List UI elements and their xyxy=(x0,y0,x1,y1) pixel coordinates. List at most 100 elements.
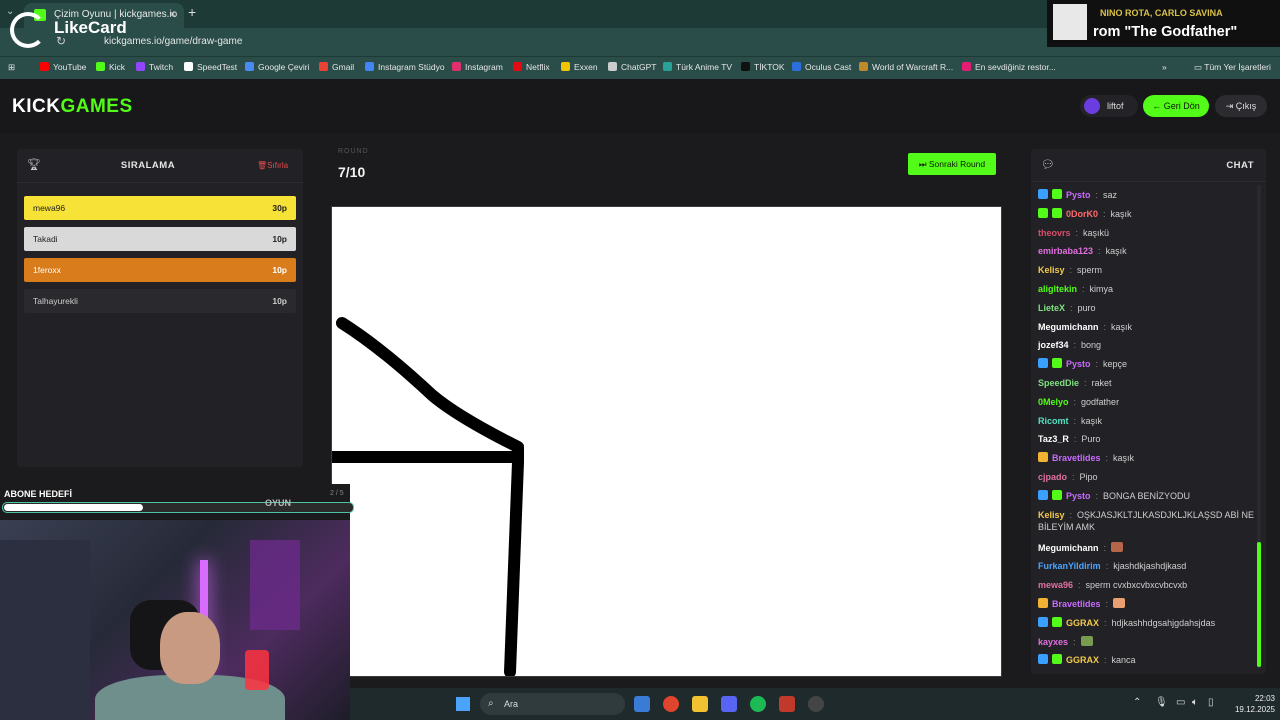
chat-username[interactable]: Megumichann xyxy=(1038,543,1099,553)
all-bookmarks-folder[interactable]: ▭ Tüm Yer İşaretleri xyxy=(1194,62,1271,73)
sub-goal-title: ABONE HEDEFİ xyxy=(4,489,73,499)
bookmark-chatgpt[interactable]: ChatGPT xyxy=(608,62,656,72)
chat-scrollbar[interactable] xyxy=(1257,185,1261,669)
ranking-row: Takadi 10p xyxy=(24,227,296,251)
search-icon: ⌕ xyxy=(488,698,494,709)
bookmark-gmail[interactable]: Gmail xyxy=(319,62,354,72)
chat-username[interactable]: GGRAX xyxy=(1066,655,1099,665)
chat-username[interactable]: 0Melyo xyxy=(1038,397,1069,407)
chat-separator: : xyxy=(1084,378,1087,388)
chat-username[interactable]: Pysto xyxy=(1066,491,1091,501)
chat-username[interactable]: GGRAX xyxy=(1066,618,1099,628)
chat-message: GGRAX: kanca xyxy=(1038,654,1260,666)
bookmark-instagram-studio[interactable]: Instagram Stüdyo xyxy=(365,62,445,72)
chat-username[interactable]: SpeedDie xyxy=(1038,378,1079,388)
gmail-icon xyxy=(319,62,328,71)
chat-text: saz xyxy=(1103,190,1118,200)
bookmark-google-translate[interactable]: Google Çeviri xyxy=(245,62,310,72)
bookmark-youtube[interactable]: YouTube xyxy=(40,62,86,72)
windows-start-icon[interactable] xyxy=(456,697,470,711)
chat-text: kepçe xyxy=(1103,359,1128,370)
chat-username[interactable]: jozef34 xyxy=(1038,340,1069,350)
arrow-left-icon: ← xyxy=(1152,101,1164,111)
chat-username[interactable]: Ricomt xyxy=(1038,416,1069,426)
new-tab-plus-icon[interactable]: + xyxy=(188,4,196,20)
bookmark-kick[interactable]: Kick xyxy=(96,62,125,72)
drawing-canvas[interactable] xyxy=(326,206,1002,678)
player-points: 30p xyxy=(272,203,287,213)
obs-app-icon[interactable] xyxy=(808,696,824,712)
chat-message: GGRAX: hdjkashhdgsahjgdahsjdas xyxy=(1038,616,1260,629)
tray-chevron-icon[interactable]: ⌃ xyxy=(1133,697,1141,708)
chat-username[interactable]: Pysto xyxy=(1066,190,1091,200)
chat-username[interactable]: Bravetlides xyxy=(1052,453,1101,463)
next-round-button[interactable]: ⏭︎ Sonraki Round xyxy=(908,153,996,175)
file-explorer-icon[interactable] xyxy=(692,696,708,712)
chat-message: SpeedDie: raket xyxy=(1038,377,1260,389)
spotify-app-icon[interactable] xyxy=(750,696,766,712)
taskbar-date[interactable]: 19.12.2025 xyxy=(1220,705,1275,714)
chatgpt-icon xyxy=(608,62,617,71)
chat-text: kaşıkü xyxy=(1083,227,1110,238)
discord-app-icon[interactable] xyxy=(721,696,737,712)
speaker-icon[interactable]: 🔈︎ xyxy=(1192,697,1198,708)
tab-list-chevron-icon[interactable]: ⌄ xyxy=(6,6,14,17)
bookmark-turk-anime[interactable]: Türk Anime TV xyxy=(663,62,732,72)
webcam-person-head xyxy=(160,612,220,684)
bookmark-world-of-warcraft[interactable]: World of Warcraft R... xyxy=(859,62,953,72)
bookmark-instagram[interactable]: Instagram xyxy=(452,62,503,72)
chat-separator: : xyxy=(1103,208,1106,219)
chat-badge-icon xyxy=(1052,189,1062,199)
kickgames-logo[interactable]: KICKGAMES xyxy=(12,96,133,118)
bookmark-twitch[interactable]: Twitch xyxy=(136,62,173,72)
network-icon[interactable]: ▭ xyxy=(1176,697,1185,708)
chat-username[interactable]: theovrs xyxy=(1038,228,1071,238)
taskbar-search-text: Ara xyxy=(504,699,519,709)
chat-scroll-thumb[interactable] xyxy=(1257,542,1261,667)
chat-username[interactable]: Megumichann xyxy=(1038,322,1099,332)
back-button[interactable]: ← Geri Dön xyxy=(1143,95,1209,117)
user-profile-pill[interactable]: liftof xyxy=(1080,95,1138,117)
bookmark-tiktok[interactable]: TİKTOK xyxy=(741,62,785,72)
bookmark-restaurant[interactable]: En sevdiğiniz restor... xyxy=(962,62,1056,72)
bookmark-oculus-cast[interactable]: Oculus Cast xyxy=(792,62,851,72)
chat-message: 0Melyo: godfather xyxy=(1038,396,1260,408)
chat-username[interactable]: LieteX xyxy=(1038,303,1065,313)
chat-badge-icon xyxy=(1038,654,1048,665)
chat-username[interactable]: aligltekin xyxy=(1038,284,1077,294)
chat-username[interactable]: Kelisy xyxy=(1038,510,1065,520)
player-name: mewa96 xyxy=(33,203,66,213)
chat-separator: : xyxy=(1073,340,1077,351)
chat-username[interactable]: Taz3_R xyxy=(1038,434,1069,444)
chrome-app-icon[interactable] xyxy=(663,696,679,712)
chat-username[interactable]: kayxes xyxy=(1038,637,1068,647)
chat-username[interactable]: Bravetlides xyxy=(1052,599,1101,609)
chat-message: aligltekin: kimya xyxy=(1038,283,1260,295)
chat-username[interactable]: 0DorK0 xyxy=(1066,209,1098,219)
chat-username[interactable]: emirbaba123 xyxy=(1038,246,1093,256)
chat-username[interactable]: cjpado xyxy=(1038,472,1067,482)
chat-username[interactable]: Kelisy xyxy=(1038,265,1065,275)
chat-username[interactable]: Pysto xyxy=(1066,359,1091,369)
chat-username[interactable]: FurkanYildirim xyxy=(1038,561,1101,571)
apps-grid-icon[interactable]: ⊞ xyxy=(8,62,15,73)
taskbar-search[interactable]: ⌕ Ara xyxy=(480,693,625,715)
bookmarks-overflow-chevron-icon[interactable]: » xyxy=(1162,62,1167,72)
chat-separator: : xyxy=(1095,359,1099,370)
chat-message: LieteX: puro xyxy=(1038,302,1260,314)
taskbar-time[interactable]: 22:03 xyxy=(1235,694,1275,703)
chat-message: Pysto: saz xyxy=(1038,189,1260,201)
bookmark-speedtest[interactable]: SpeedTest xyxy=(184,62,237,72)
bookmark-netflix[interactable]: Netflix xyxy=(513,62,550,72)
exit-button[interactable]: ⇥ Çıkış xyxy=(1215,95,1267,117)
photos-app-icon[interactable] xyxy=(634,696,650,712)
microphone-icon[interactable]: 🎙︎ xyxy=(1155,697,1168,708)
chat-separator: : xyxy=(1105,453,1109,464)
tab-close-icon[interactable]: × xyxy=(169,7,176,21)
chat-username[interactable]: mewa96 xyxy=(1038,580,1073,590)
media-app-icon[interactable] xyxy=(779,696,795,712)
battery-icon[interactable]: ▯ xyxy=(1208,697,1214,708)
chat-separator: : xyxy=(1070,302,1073,313)
reset-button[interactable]: 🗑︎Sıfırla xyxy=(257,161,288,170)
bookmark-exxen[interactable]: Exxen xyxy=(561,62,598,72)
